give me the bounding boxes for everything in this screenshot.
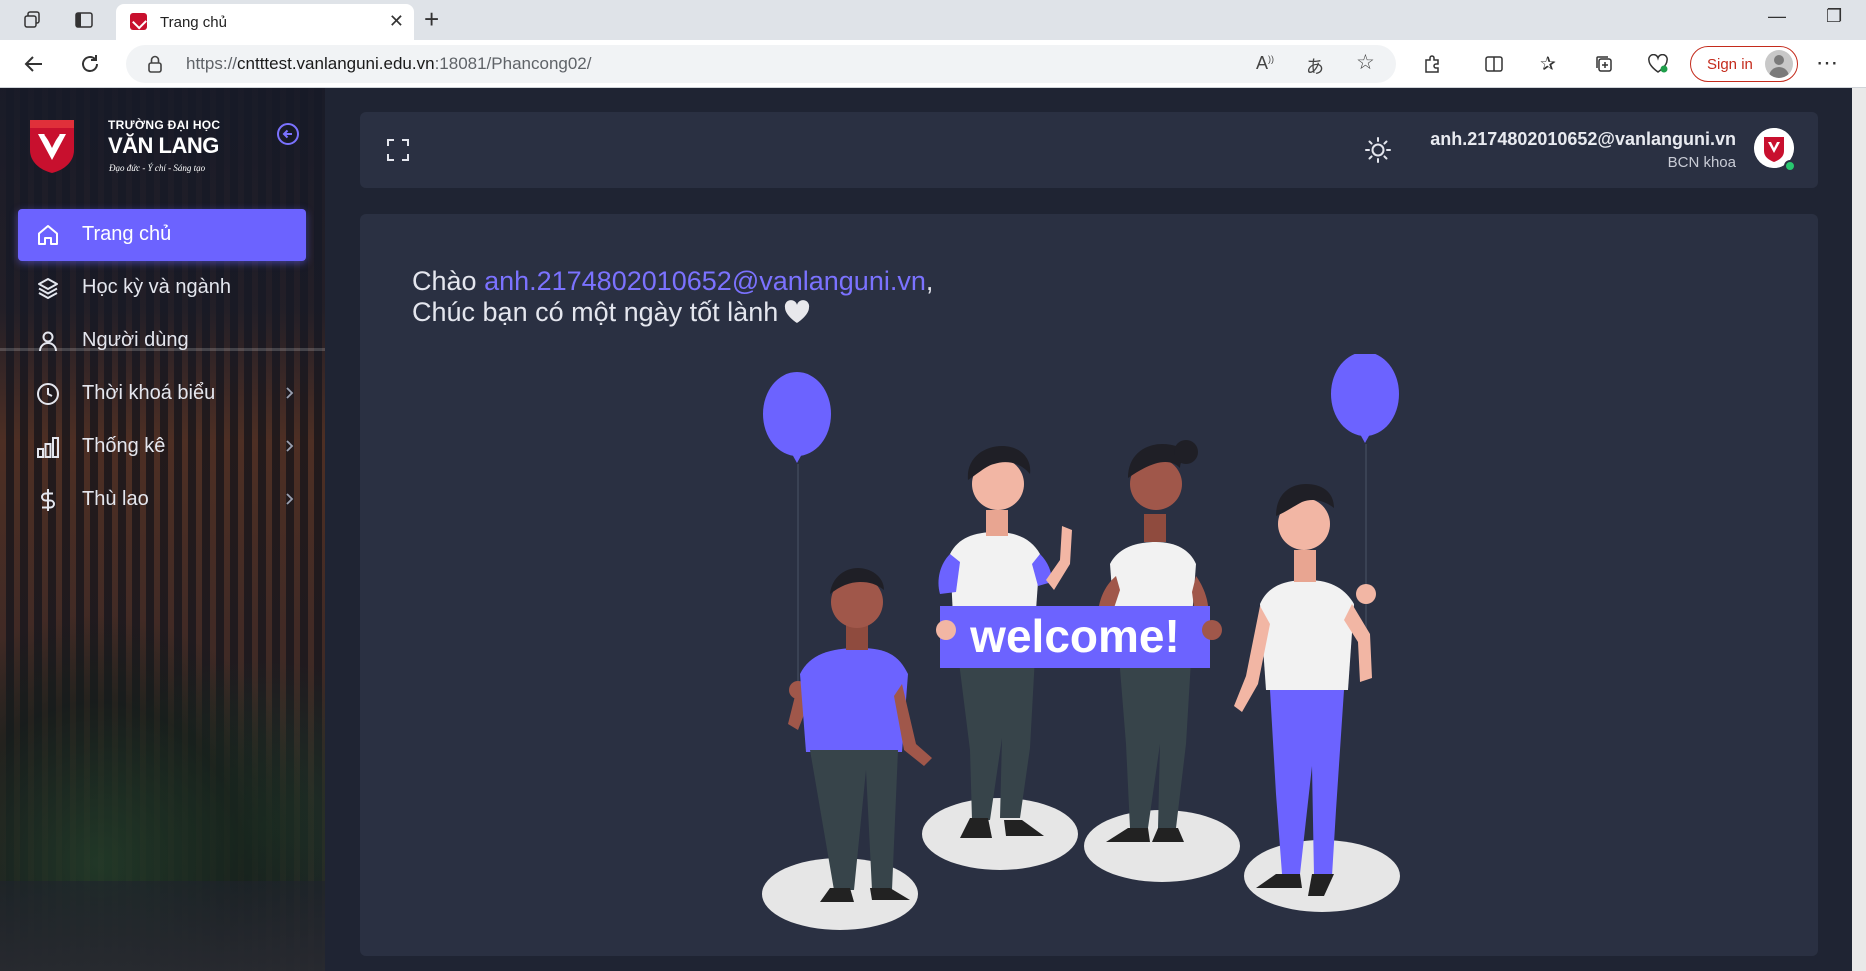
sidebar-item-nguoi-dung[interactable]: Người dùng bbox=[18, 315, 306, 367]
more-options-icon[interactable]: ⋯ bbox=[1816, 50, 1838, 76]
lock-icon[interactable] bbox=[148, 55, 162, 73]
dollar-icon bbox=[41, 489, 55, 511]
sidebar-item-label: Trang chủ bbox=[82, 223, 172, 245]
logo-tagline: Đạo đức - Ý chí - Sáng tạo bbox=[109, 163, 206, 173]
chevron-right-icon bbox=[286, 493, 294, 505]
van-lang-logo-icon[interactable] bbox=[28, 118, 76, 174]
platform-2 bbox=[922, 798, 1078, 870]
fullscreen-icon[interactable] bbox=[386, 138, 410, 162]
new-tab-icon[interactable]: + bbox=[424, 4, 439, 34]
back-icon[interactable] bbox=[20, 50, 48, 78]
logo-name: VĂN LANG bbox=[108, 133, 219, 158]
sidebar-item-thong-ke[interactable]: Thống kê bbox=[18, 421, 306, 473]
tab-actions-icon[interactable] bbox=[72, 8, 96, 32]
extensions-icon[interactable] bbox=[1420, 52, 1444, 76]
user-icon bbox=[39, 331, 57, 352]
collections-icon[interactable] bbox=[1592, 52, 1616, 76]
layers-icon bbox=[38, 278, 58, 299]
translate-icon[interactable]: あ bbox=[1306, 53, 1324, 79]
welcome-card: Chào anh.2174802010652@vanlanguni.vn, Ch… bbox=[360, 214, 1818, 956]
sidebar-item-label: Thời khoá biểu bbox=[82, 382, 216, 404]
split-screen-icon[interactable] bbox=[1482, 52, 1506, 76]
user-role: BCN khoa bbox=[1667, 154, 1736, 171]
sun-icon[interactable] bbox=[1364, 136, 1392, 164]
tab-title: Trang chủ bbox=[160, 14, 227, 31]
greeting-line-2: Chúc bạn có một ngày tốt lành bbox=[412, 297, 810, 328]
favorite-star-icon[interactable]: ☆ bbox=[1356, 50, 1375, 75]
clock-icon bbox=[37, 383, 59, 405]
site-favicon-icon bbox=[130, 13, 147, 30]
sidebar: TRƯỜNG ĐẠI HỌC VĂN LANG Đạo đức - Ý chí … bbox=[0, 88, 325, 971]
profile-avatar-icon bbox=[1765, 50, 1793, 78]
sidebar-item-thoi-khoa-bieu[interactable]: Thời khoá biểu bbox=[18, 368, 306, 420]
sidebar-item-label: Thù lao bbox=[82, 488, 149, 510]
heart-icon bbox=[785, 300, 810, 323]
workspaces-icon[interactable] bbox=[20, 8, 44, 32]
greeting-line-1: Chào anh.2174802010652@vanlanguni.vn, bbox=[412, 266, 934, 296]
sidebar-item-thu-lao[interactable]: Thù lao bbox=[18, 474, 306, 526]
close-tab-icon[interactable]: ✕ bbox=[389, 11, 404, 32]
app-header: anh.2174802010652@vanlanguni.vn BCN khoa bbox=[360, 112, 1818, 188]
person-4 bbox=[1234, 484, 1376, 896]
balloon-right bbox=[1331, 354, 1399, 436]
tab-trang-chu[interactable]: Trang chủ ✕ bbox=[116, 4, 414, 40]
user-email[interactable]: anh.2174802010652@vanlanguni.vn bbox=[1430, 129, 1736, 150]
chevron-right-icon bbox=[286, 387, 294, 399]
background-ground bbox=[0, 881, 325, 971]
sign-in-label: Sign in bbox=[1707, 56, 1753, 73]
greeting-email: anh.2174802010652@vanlanguni.vn bbox=[484, 266, 926, 296]
browser-essentials-icon[interactable] bbox=[1646, 52, 1670, 76]
sidebar-item-hoc-ky-va-nganh[interactable]: Học kỳ và ngành bbox=[18, 262, 306, 314]
person-1 bbox=[788, 568, 932, 902]
sign-in-button[interactable]: Sign in bbox=[1690, 46, 1798, 82]
collapse-sidebar-icon[interactable] bbox=[276, 122, 300, 146]
chevron-right-icon bbox=[286, 440, 294, 452]
sidebar-item-label: Thống kê bbox=[82, 435, 166, 457]
restore-icon[interactable]: ❐ bbox=[1826, 6, 1842, 27]
url-text: https://cntttest.vanlanguni.edu.vn:18081… bbox=[186, 54, 592, 73]
welcome-illustration: welcome! bbox=[762, 354, 1400, 930]
sidebar-item-label: Học kỳ và ngành bbox=[82, 276, 231, 298]
sidebar-item-label: Người dùng bbox=[82, 329, 189, 351]
home-icon bbox=[38, 225, 58, 245]
page-scrollbar[interactable] bbox=[1852, 88, 1866, 971]
url-field[interactable]: https://cntttest.vanlanguni.edu.vn:18081… bbox=[126, 45, 1396, 83]
balloon-left bbox=[763, 372, 831, 456]
banner-text: welcome! bbox=[969, 610, 1180, 662]
minimize-icon[interactable]: — bbox=[1768, 6, 1786, 27]
read-aloud-icon[interactable]: A)) bbox=[1256, 53, 1274, 74]
refresh-icon[interactable] bbox=[76, 50, 104, 78]
favorites-icon[interactable]: ✰ bbox=[1536, 52, 1560, 76]
browser-tab-bar: Trang chủ ✕ + — ❐ bbox=[0, 0, 1866, 40]
logo-university-line: TRƯỜNG ĐẠI HỌC bbox=[108, 118, 221, 132]
browser-address-bar: https://cntttest.vanlanguni.edu.vn:18081… bbox=[0, 40, 1866, 88]
sidebar-item-trang-chu[interactable]: Trang chủ bbox=[18, 209, 306, 261]
bar-chart-icon bbox=[37, 437, 59, 458]
online-status-indicator bbox=[1784, 160, 1796, 172]
